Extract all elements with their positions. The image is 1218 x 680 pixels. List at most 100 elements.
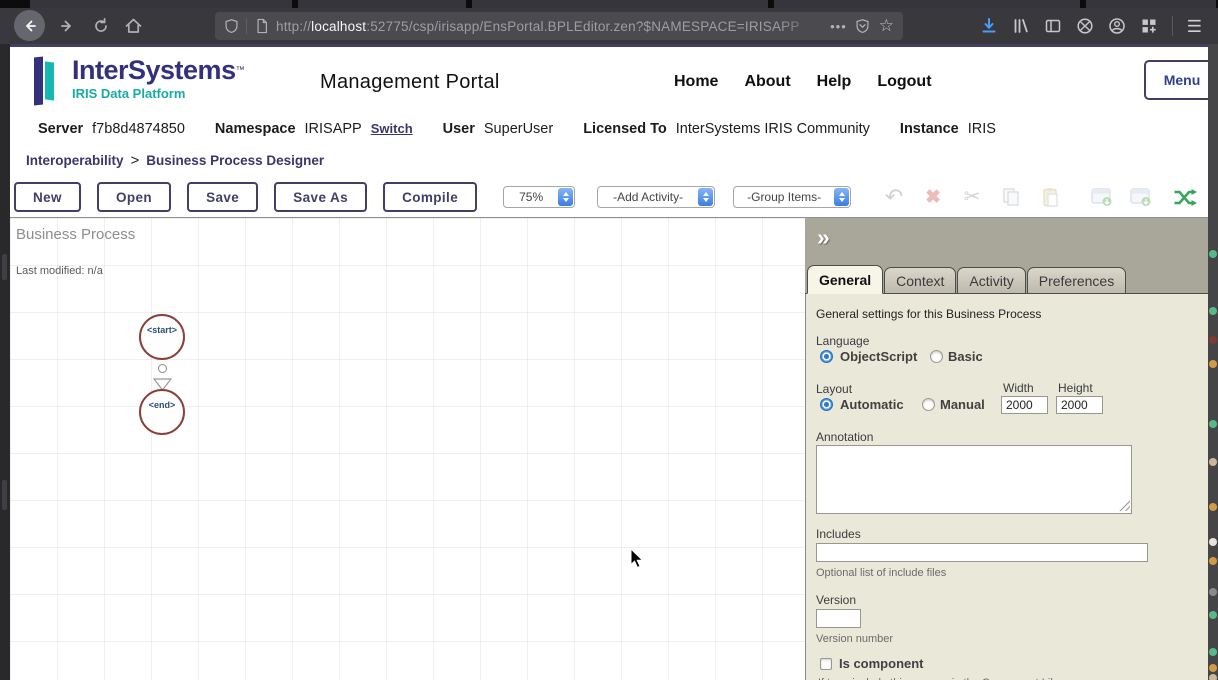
brand-subtitle: IRIS Data Platform	[72, 86, 186, 101]
automatic-radio[interactable]	[820, 398, 833, 411]
browser-tab-top	[30, 0, 292, 8]
url-bar[interactable]: http://localhost:52775/csp/irisapp/EnsPo…	[215, 12, 903, 40]
height-input[interactable]	[1056, 396, 1103, 414]
menu-hamburger-icon[interactable]: ☰	[1187, 18, 1202, 35]
paste-icon[interactable]	[1037, 185, 1063, 209]
licensed-label: Licensed To	[583, 121, 667, 137]
back-button[interactable]	[14, 10, 45, 41]
downloads-icon[interactable]	[980, 17, 998, 35]
licensed-value: InterSystems IRIS Community	[675, 121, 870, 137]
browser-tabstrip	[0, 0, 1218, 8]
tracking-shield-icon[interactable]	[224, 18, 239, 34]
is-component-label[interactable]: Is component	[839, 656, 924, 671]
save-button[interactable]: Save	[187, 182, 259, 212]
properties-panel: » General Context Activity Preferences G…	[805, 218, 1208, 680]
pocket-save-icon[interactable]	[855, 18, 870, 34]
add-page-icon-2[interactable]	[1128, 185, 1154, 209]
switch-namespace-link[interactable]: Switch	[371, 121, 413, 136]
account-icon[interactable]	[1108, 17, 1126, 35]
add-page-icon[interactable]	[1089, 185, 1115, 209]
breadcrumb-interoperability[interactable]: Interoperability	[26, 153, 124, 168]
home-button[interactable]	[124, 17, 143, 35]
zoom-select[interactable]: 75%	[503, 186, 576, 208]
reload-button[interactable]	[92, 17, 110, 35]
group-items-value: -Group Items-	[747, 190, 822, 204]
automatic-label[interactable]: Automatic	[840, 397, 904, 412]
select-stepper-icon	[834, 188, 850, 206]
nav-help[interactable]: Help	[817, 73, 852, 91]
manual-label[interactable]: Manual	[940, 397, 985, 412]
menu-button[interactable]: Menu	[1144, 60, 1208, 100]
tab-preferences[interactable]: Preferences	[1026, 267, 1127, 293]
toolbar-divider	[1171, 16, 1173, 36]
page-title: Management Portal	[320, 71, 500, 93]
includes-label: Includes	[816, 527, 861, 541]
url-text[interactable]: http://localhost:52775/csp/irisapp/EnsPo…	[276, 19, 822, 34]
header-nav: Home About Help Logout	[674, 73, 932, 91]
version-label: Version	[816, 593, 857, 607]
add-activity-select[interactable]: -Add Activity-	[597, 186, 716, 208]
nav-home[interactable]: Home	[674, 73, 718, 91]
is-component-checkbox[interactable]	[820, 658, 832, 670]
tab-context[interactable]: Context	[884, 267, 957, 293]
version-hint: Version number	[816, 633, 894, 645]
server-info-row: Server f7b8d4874850 Namespace IRISAPP Switc…	[38, 121, 996, 137]
includes-input[interactable]	[816, 543, 1148, 562]
apps-grid-icon[interactable]	[1140, 17, 1158, 35]
annotation-textarea[interactable]	[816, 445, 1132, 514]
group-items-select[interactable]: -Group Items-	[733, 186, 852, 208]
page-info-icon[interactable]	[255, 18, 269, 34]
mouse-cursor	[630, 548, 644, 569]
start-node[interactable]: <start>	[139, 314, 185, 360]
sidebar-icon[interactable]	[1044, 17, 1062, 35]
new-button[interactable]: New	[14, 182, 81, 212]
server-label: Server	[38, 121, 84, 137]
page-actions-icon[interactable]: •••	[830, 19, 847, 34]
tab-general[interactable]: General	[807, 265, 884, 294]
extension-globe-icon[interactable]	[1076, 17, 1094, 35]
breadcrumb-separator: >	[130, 152, 140, 169]
brand-trademark: ™	[235, 64, 245, 75]
bpl-canvas[interactable]: Business Process Last modified: n/a <sta…	[10, 218, 805, 680]
end-node[interactable]: <end>	[139, 389, 185, 435]
browser-tab-top	[774, 0, 1080, 8]
intersystems-logo: InterSystems™ IRIS Data Platform	[34, 55, 245, 106]
general-tab-content: General settings for this Business Proce…	[805, 294, 1208, 680]
main-area: Business Process Last modified: n/a <sta…	[10, 218, 1208, 680]
cut-icon[interactable]: ✂	[959, 185, 985, 209]
manual-radio[interactable]	[922, 398, 935, 411]
process-name: Business Process	[16, 226, 136, 243]
annotation-label: Annotation	[816, 430, 874, 444]
browser-tab-top	[298, 0, 466, 8]
basic-radio[interactable]	[930, 350, 943, 363]
library-icon[interactable]	[1012, 17, 1030, 35]
add-activity-value: -Add Activity-	[613, 190, 684, 204]
open-button[interactable]: Open	[96, 182, 172, 212]
objectscript-radio[interactable]	[820, 350, 833, 363]
forward-button[interactable]	[58, 17, 76, 35]
width-input[interactable]	[1001, 396, 1048, 414]
select-stepper-icon	[698, 188, 714, 206]
nav-about[interactable]: About	[744, 73, 790, 91]
nav-logout[interactable]: Logout	[877, 73, 931, 91]
edge-detail	[2, 254, 7, 280]
connector-dot[interactable]	[158, 364, 167, 373]
tab-activity[interactable]: Activity	[957, 267, 1026, 293]
brand-name: InterSystems	[72, 55, 236, 85]
version-input[interactable]	[816, 609, 861, 628]
delete-icon[interactable]: ✖	[920, 185, 946, 209]
panel-header: »	[805, 218, 1208, 265]
basic-label[interactable]: Basic	[948, 349, 983, 364]
bookmark-star-icon[interactable]: ☆	[879, 16, 894, 36]
shuffle-icon[interactable]	[1172, 185, 1198, 209]
copy-icon[interactable]	[998, 185, 1024, 209]
home-icon	[125, 18, 142, 33]
right-window-edge	[1208, 44, 1218, 680]
collapse-panel-icon[interactable]: »	[817, 226, 830, 249]
save-as-button[interactable]: Save As	[274, 182, 368, 212]
compile-button[interactable]: Compile	[383, 182, 478, 212]
objectscript-label[interactable]: ObjectScript	[840, 349, 917, 364]
server-value: f7b8d4874850	[92, 121, 185, 137]
browser-toolbar: http://localhost:52775/csp/irisapp/EnsPo…	[0, 8, 1218, 44]
undo-icon[interactable]: ↶	[881, 185, 907, 209]
